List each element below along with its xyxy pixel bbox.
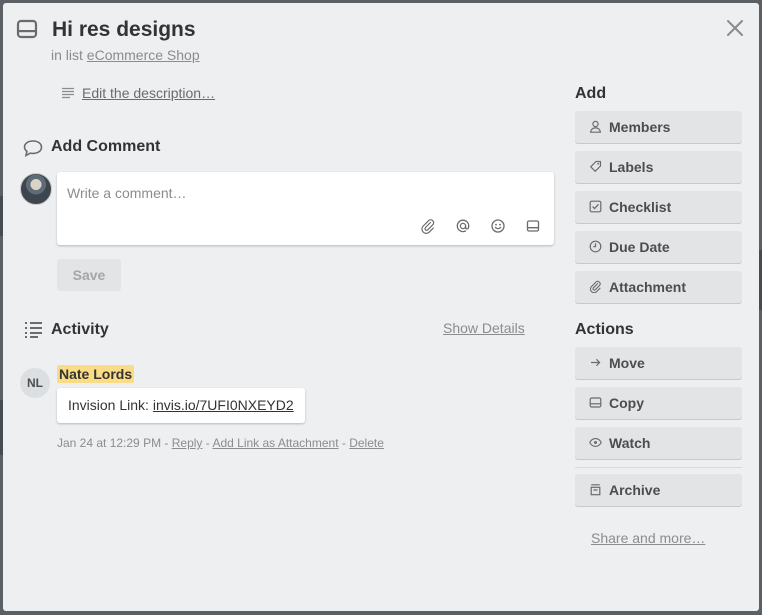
watch-button[interactable]: Watch — [575, 427, 742, 459]
comment-bubble-icon — [22, 138, 44, 158]
comment-box — [57, 172, 554, 245]
checklist-label: Checklist — [609, 199, 672, 215]
actions-divider — [575, 467, 742, 468]
archive-label: Archive — [609, 482, 661, 498]
edit-description-link[interactable]: Edit the description… — [82, 85, 215, 101]
share-and-more-link[interactable]: Share and more… — [591, 530, 705, 546]
member-name[interactable]: Nate Lords — [57, 365, 135, 383]
description-icon — [61, 87, 75, 99]
mention-icon[interactable] — [455, 218, 471, 234]
due-date-button[interactable]: Due Date — [575, 231, 742, 263]
add-heading: Add — [575, 85, 607, 102]
paperclip-icon — [589, 280, 602, 293]
emoji-icon[interactable] — [490, 218, 506, 234]
checkbox-icon — [589, 200, 602, 213]
activity-comment: Invision Link: invis.io/7UFI0NXEYD2 — [57, 388, 305, 423]
eye-icon — [589, 436, 602, 449]
in-list-prefix: in list — [51, 47, 83, 63]
move-label: Move — [609, 355, 645, 371]
attach-paperclip-icon[interactable] — [420, 218, 436, 234]
add-link-attachment-link[interactable]: Add Link as Attachment — [212, 436, 338, 450]
in-list-caption: in list eCommerce Shop — [51, 47, 200, 63]
actions-heading: Actions — [575, 321, 634, 338]
card-icon — [589, 396, 602, 409]
clock-icon — [589, 240, 602, 253]
comment-text: Invision Link: — [68, 397, 149, 413]
show-details-link[interactable]: Show Details — [443, 320, 525, 336]
add-comment-heading: Add Comment — [51, 138, 161, 155]
copy-button[interactable]: Copy — [575, 387, 742, 419]
card-icon — [16, 19, 38, 39]
attachment-label: Attachment — [609, 279, 687, 295]
activity-timestamp: Jan 24 at 12:29 PM — [57, 436, 162, 450]
archive-button[interactable]: Archive — [575, 474, 742, 506]
archive-icon — [589, 483, 602, 496]
card-title[interactable]: Hi res designs — [52, 18, 196, 42]
comment-link[interactable]: invis.io/7UFI0NXEYD2 — [153, 397, 294, 413]
due-date-label: Due Date — [609, 239, 670, 255]
watch-label: Watch — [609, 435, 651, 451]
reply-link[interactable]: Reply — [172, 436, 203, 450]
member-avatar[interactable]: NL — [20, 368, 50, 398]
activity-list-icon — [22, 319, 44, 339]
members-label: Members — [609, 119, 671, 135]
members-button[interactable]: Members — [575, 111, 742, 143]
card-detail-modal: Hi res designs in list eCommerce Shop Ed… — [3, 3, 759, 611]
person-icon — [589, 120, 602, 133]
labels-button[interactable]: Labels — [575, 151, 742, 183]
add-card-icon[interactable] — [525, 218, 541, 234]
copy-label: Copy — [609, 395, 644, 411]
save-button[interactable]: Save — [57, 259, 121, 291]
tag-icon — [589, 160, 602, 173]
attachment-button[interactable]: Attachment — [575, 271, 742, 303]
move-button[interactable]: Move — [575, 347, 742, 379]
delete-link[interactable]: Delete — [349, 436, 384, 450]
activity-heading: Activity — [51, 321, 109, 338]
list-name-link[interactable]: eCommerce Shop — [87, 47, 200, 63]
close-icon[interactable] — [725, 18, 745, 38]
labels-label: Labels — [609, 159, 654, 175]
checklist-button[interactable]: Checklist — [575, 191, 742, 223]
arrow-right-icon — [589, 356, 602, 369]
current-user-avatar — [20, 173, 52, 205]
comment-input[interactable] — [67, 182, 537, 204]
activity-meta: Jan 24 at 12:29 PM - Reply - Add Link as… — [57, 436, 384, 450]
